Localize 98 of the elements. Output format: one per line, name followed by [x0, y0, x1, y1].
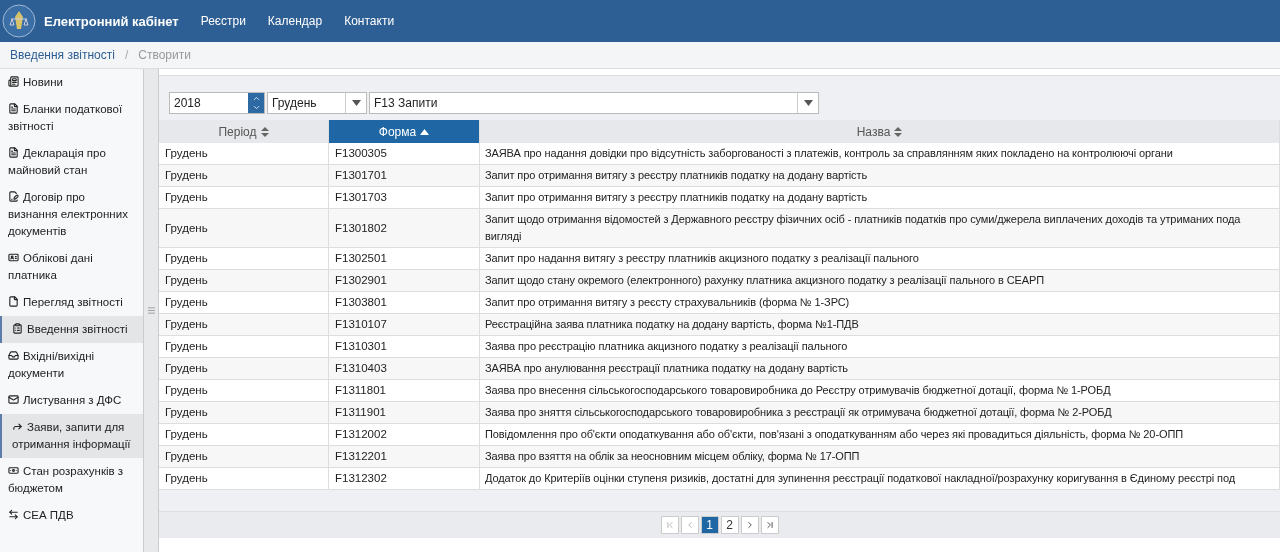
group-dropdown[interactable]: F13 Запити: [369, 92, 819, 114]
sort-icon: [260, 126, 269, 137]
table-cell: Запит про отримання витягу з реєсту страхувальників (форма № 1-ЗРС): [480, 292, 1280, 314]
table-cell: Грудень: [159, 209, 329, 248]
table-cell: Реєстраційна заява платника податку на додану вартість, форма №1-ПДВ: [480, 314, 1280, 336]
table-cell: F1312002: [329, 424, 480, 446]
table-cell: F1302501: [329, 248, 480, 270]
sidebar-item[interactable]: СЕА ПДВ: [0, 502, 143, 529]
column-header[interactable]: Назва: [480, 120, 1280, 143]
table-cell: Запит про отримання витягу з реєстру платників податку на додану вартість: [480, 187, 1280, 209]
spinner-buttons[interactable]: [248, 93, 264, 113]
clipboard-icon: [12, 323, 23, 334]
sidebar-item[interactable]: Введення звітності: [0, 316, 143, 343]
table-cell: F1303801: [329, 292, 480, 314]
grip-icon: [146, 306, 156, 315]
forward-arrow-icon: [12, 421, 23, 432]
table-cell: Грудень: [159, 187, 329, 209]
table-cell: Додаток до Критеріїв оцінки ступеня ризиків, достатні для зупинення реєстрації податкової накладної/розрахунку коригування в Єдиному реєстрі под: [480, 468, 1280, 490]
table-cell: Грудень: [159, 402, 329, 424]
sidebar-item[interactable]: Облікові дані платника: [0, 245, 143, 289]
table-cell: Грудень: [159, 165, 329, 187]
newspaper-icon: [8, 76, 19, 87]
table-cell: Грудень: [159, 292, 329, 314]
inbox-icon: [8, 350, 19, 361]
table-cell: F1301703: [329, 187, 480, 209]
table-cell: Запит щодо отримання відомостей з Державного реєстру фізичних осіб - платників податків про суми/джерела виплачених доходів та утриманих пода вигляді: [480, 209, 1280, 248]
table-cell: Запит про отримання витягу з реєстру платників податку на додану вартість: [480, 165, 1280, 187]
table-cell: Заява про внесення сільськогосподарського товаровиробника до Реєстру отримувачів бюджетної дотації, форма № 1-РОБД: [480, 380, 1280, 402]
dropdown-arrow-icon: [351, 100, 361, 106]
table-cell: F1301701: [329, 165, 480, 187]
chevron-up-icon: [251, 94, 261, 103]
table-cell: Запит щодо стану окремого (електронного) рахунку платника акцизного податку з реалізації пального в СЕАРП: [480, 270, 1280, 292]
table-cell: Грудень: [159, 336, 329, 358]
banknote-icon: [8, 465, 19, 476]
exchange-icon: [8, 509, 19, 520]
table-cell: F1311901: [329, 402, 480, 424]
table-cell: F1300305: [329, 143, 480, 165]
sidebar-item[interactable]: Бланки податкової звітності: [0, 96, 143, 140]
table-cell: F1310107: [329, 314, 480, 336]
year-field[interactable]: 2018: [169, 92, 265, 114]
breadcrumb-separator: /: [124, 48, 129, 62]
table-cell: Заява про зняття сільськогосподарського товаровиробника з реєстрації як отримувача бюджетної дотації, форма № 2-РОБД: [480, 402, 1280, 424]
table-cell: Запит про надання витягу з реєстру платників акцизного податку з реалізації пального: [480, 248, 1280, 270]
breadcrumb-link[interactable]: Введення звітності: [10, 48, 115, 62]
column-header[interactable]: Період: [159, 120, 329, 143]
column-header[interactable]: Форма: [329, 120, 480, 143]
table-cell: F1312302: [329, 468, 480, 490]
sidebar-item[interactable]: Листування з ДФС: [0, 387, 143, 414]
app-title: Електронний кабінет: [44, 13, 179, 29]
sidebar-item[interactable]: Стан розрахунків з бюджетом: [0, 458, 143, 502]
page-button[interactable]: 2: [720, 516, 739, 534]
next-page-button[interactable]: [740, 516, 759, 534]
table-cell: Грудень: [159, 248, 329, 270]
id-card-icon: [8, 252, 19, 263]
table-cell: ЗАЯВА про анулювання реєстрації платника податку на додану вартість: [480, 358, 1280, 380]
table-cell: F1311801: [329, 380, 480, 402]
nav-link[interactable]: Календар: [267, 14, 323, 28]
page-button[interactable]: 1: [700, 516, 719, 534]
table-cell: Грудень: [159, 314, 329, 336]
table-cell: ЗАЯВА про надання довідки про відсутність заборгованості з платежів, контроль за справлянням яких покладено на контролюючі органи: [480, 143, 1280, 165]
signed-document-icon: [8, 191, 19, 202]
table-cell: Повідомлення про об'єкти оподаткування або об'єкти, пов'язані з оподаткуванням або через які провадиться діяльність, форма № 20-ОПП: [480, 424, 1280, 446]
envelope-icon: [8, 394, 19, 405]
document-icon: [8, 147, 19, 158]
table-cell: F1302901: [329, 270, 480, 292]
table-cell: Грудень: [159, 358, 329, 380]
sort-icon: [894, 126, 903, 137]
sort-ascending-icon: [420, 128, 430, 135]
dropdown-arrow-icon: [803, 100, 813, 106]
sidebar-item[interactable]: Вхідні/вихідні документи: [0, 343, 143, 387]
sidebar-item[interactable]: Заяви, запити для отримання інформації: [0, 414, 143, 458]
last-page-icon: [764, 520, 775, 530]
table-cell: Заява про реєстрацію платника акцизного податку з реалізації пального: [480, 336, 1280, 358]
sidebar-item[interactable]: Декларація про майновий стан: [0, 140, 143, 184]
document-icon: [8, 103, 19, 114]
table-cell: F1312201: [329, 446, 480, 468]
nav-link[interactable]: Реєстри: [200, 14, 246, 28]
sidebar-item[interactable]: Новини: [0, 69, 143, 96]
table-cell: Грудень: [159, 143, 329, 165]
table-cell: Заява про взяття на облік за неосновним місцем обліку, форма № 17-ОПП: [480, 446, 1280, 468]
table-cell: Грудень: [159, 270, 329, 292]
table-cell: F1310301: [329, 336, 480, 358]
emblem-logo[interactable]: [2, 4, 36, 38]
month-dropdown[interactable]: Грудень: [267, 92, 367, 114]
table-cell: Грудень: [159, 468, 329, 490]
table-cell: F1301802: [329, 209, 480, 248]
splitter-handle[interactable]: [143, 69, 159, 552]
table-cell: Грудень: [159, 380, 329, 402]
table-cell: Грудень: [159, 446, 329, 468]
last-page-button[interactable]: [760, 516, 779, 534]
sidebar-item[interactable]: Договір про визнання електронних документів: [0, 184, 143, 245]
page-icon: [8, 296, 19, 307]
chevron-down-icon: [251, 103, 261, 112]
first-page-icon: [664, 520, 675, 530]
nav-link[interactable]: Контакти: [344, 14, 395, 28]
sidebar-item[interactable]: Перегляд звітності: [0, 289, 143, 316]
table-cell: Грудень: [159, 424, 329, 446]
table-cell: F1310403: [329, 358, 480, 380]
